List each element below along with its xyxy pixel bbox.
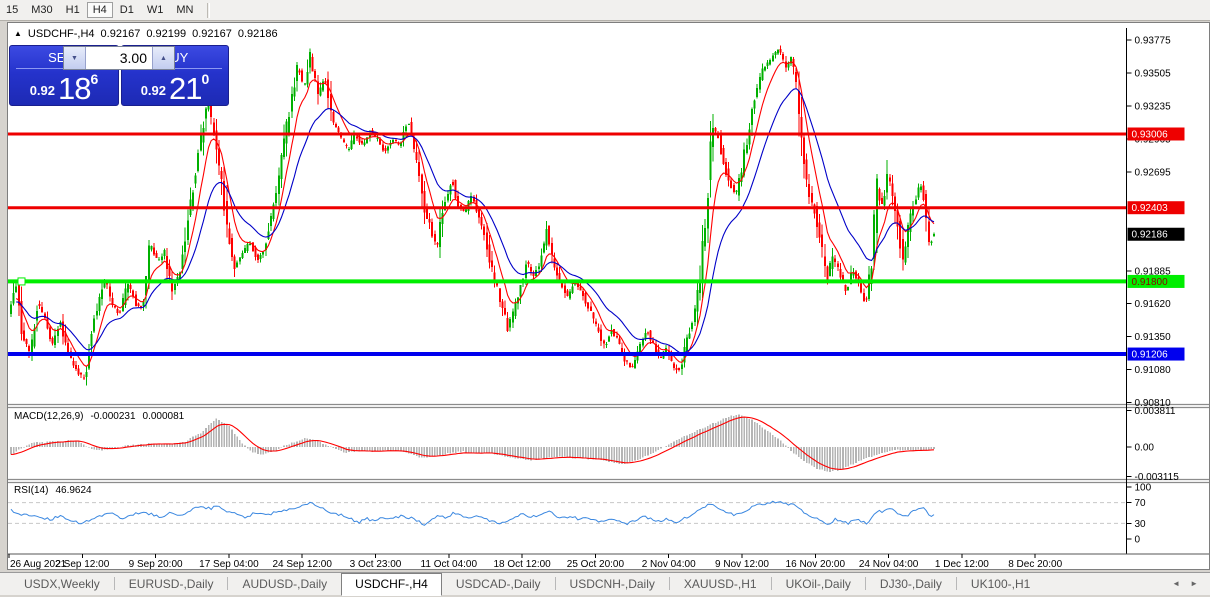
chart-window[interactable]: 0.937750.935050.932350.929650.926950.918… bbox=[7, 22, 1210, 570]
price-line-label: 0.92403 bbox=[1127, 201, 1185, 215]
svg-text:0.91080: 0.91080 bbox=[1135, 365, 1172, 376]
svg-text:18 Oct 12:00: 18 Oct 12:00 bbox=[493, 559, 551, 569]
chart-tab-bar: USDX,Weekly EURUSD-,Daily AUDUSD-,Daily USD… bbox=[0, 572, 1210, 596]
current-price-label: 0.92186 bbox=[1127, 227, 1185, 241]
timeframe-toolbar: 15 M30 H1 H4 D1 W1 MN bbox=[0, 0, 1210, 21]
ohlc-open: 0.92167 bbox=[100, 28, 141, 40]
timeframe-button-mn[interactable]: MN bbox=[170, 2, 199, 18]
chevron-up-icon: ▲ bbox=[160, 54, 167, 62]
line-handle[interactable] bbox=[17, 277, 26, 286]
svg-text:2 Nov 04:00: 2 Nov 04:00 bbox=[642, 559, 696, 569]
svg-text:9 Sep 20:00: 9 Sep 20:00 bbox=[129, 559, 183, 569]
buy-price-main: 21 bbox=[169, 71, 202, 106]
time-axis[interactable]: 26 Aug 20212 Sep 12:00 9 Sep 20:00 17 Sep … bbox=[8, 553, 1209, 569]
one-click-trade-panel: SELL 0.92 18 6 BUY 0.92 21 0 ▼ 3.00 ▲ bbox=[9, 45, 229, 106]
svg-text:9 Nov 12:00: 9 Nov 12:00 bbox=[715, 559, 769, 569]
sell-price-prefix: 0.92 bbox=[29, 83, 56, 98]
ohlc-low: 0.92167 bbox=[192, 28, 232, 40]
svg-text:16 Nov 20:00: 16 Nov 20:00 bbox=[786, 559, 846, 569]
macd-signal-value: 0.000081 bbox=[142, 411, 185, 422]
timeframe-button-m30[interactable]: M30 bbox=[25, 2, 58, 18]
chart-tab-usdchf-[interactable]: USDCHF-,H4 bbox=[341, 573, 442, 596]
moving-averages bbox=[15, 61, 935, 368]
tab-scroll-controls: ◄ ► bbox=[1172, 579, 1210, 595]
sell-price-main: 18 bbox=[58, 71, 91, 106]
svg-text:70: 70 bbox=[1135, 498, 1147, 509]
toolbar-separator bbox=[207, 2, 211, 18]
buy-price-pip: 0 bbox=[201, 71, 210, 87]
svg-text:24 Nov 04:00: 24 Nov 04:00 bbox=[859, 559, 919, 569]
volume-input[interactable]: 3.00 bbox=[86, 47, 152, 69]
svg-text:30: 30 bbox=[1135, 519, 1147, 530]
svg-text:0.92186: 0.92186 bbox=[1132, 230, 1169, 241]
rsi-indicator-label: RSI(14) 46.9624 bbox=[14, 485, 92, 496]
svg-text:1 Dec 12:00: 1 Dec 12:00 bbox=[935, 559, 989, 569]
sell-price-pip: 6 bbox=[90, 71, 99, 87]
fast-ma bbox=[15, 61, 935, 368]
ohlc-high: 0.92199 bbox=[146, 28, 187, 40]
chart-tab-xauusd-[interactable]: XAUUSD-,H1 bbox=[670, 574, 771, 595]
svg-text:0.93006: 0.93006 bbox=[1132, 130, 1169, 141]
volume-increase-button[interactable]: ▲ bbox=[152, 47, 174, 69]
chart-tab-usdx[interactable]: USDX,Weekly bbox=[10, 574, 114, 595]
price-line-label: 0.91206 bbox=[1127, 347, 1185, 361]
chart-tab-dj30-[interactable]: DJ30-,Daily bbox=[866, 574, 956, 595]
chart-title: ▲ USDCHF-,H4 0.92167 0.92199 0.92167 0.9… bbox=[14, 28, 278, 40]
svg-text:17 Sep 04:00: 17 Sep 04:00 bbox=[199, 559, 259, 569]
macd-histogram bbox=[10, 414, 935, 473]
buy-price-prefix: 0.92 bbox=[140, 83, 167, 98]
macd-name: MACD(12,26,9) bbox=[14, 411, 84, 422]
svg-text:24 Sep 12:00: 24 Sep 12:00 bbox=[272, 559, 332, 569]
volume-stepper: ▼ 3.00 ▲ bbox=[63, 46, 175, 70]
svg-text:0.91206: 0.91206 bbox=[1132, 350, 1169, 361]
svg-text:25 Oct 20:00: 25 Oct 20:00 bbox=[567, 559, 625, 569]
svg-text:0.93775: 0.93775 bbox=[1135, 35, 1172, 46]
price-axis[interactable]: 0.937750.935050.932350.929650.926950.918… bbox=[1126, 28, 1180, 554]
svg-text:3 Oct 23:00: 3 Oct 23:00 bbox=[350, 559, 402, 569]
svg-text:0.003811: 0.003811 bbox=[1135, 406, 1176, 417]
chart-tab-eurusd-[interactable]: EURUSD-,Daily bbox=[115, 574, 228, 595]
chart-tab-ukoil-[interactable]: UKOil-,Daily bbox=[772, 574, 865, 595]
chart-tab-usdcnh-[interactable]: USDCNH-,Daily bbox=[556, 574, 669, 595]
chart-tab-audusd-[interactable]: AUDUSD-,Daily bbox=[228, 574, 341, 595]
tab-scroll-left-button[interactable]: ◄ bbox=[1172, 579, 1180, 589]
chart-tab-uk100-[interactable]: UK100-,H1 bbox=[957, 574, 1044, 595]
svg-text:0.93505: 0.93505 bbox=[1135, 68, 1172, 79]
svg-text:0.92403: 0.92403 bbox=[1132, 203, 1169, 214]
price-line-label: 0.91800 bbox=[1127, 274, 1185, 288]
buy-price: 0.92 21 0 bbox=[122, 70, 228, 105]
macd-value: -0.000231 bbox=[90, 411, 136, 422]
chart-symbol-period: USDCHF-,H4 bbox=[27, 28, 95, 40]
price-line-label: 0.93006 bbox=[1127, 127, 1185, 141]
timeframe-button-h1[interactable]: H1 bbox=[60, 2, 86, 18]
collapse-icon[interactable]: ▲ bbox=[14, 29, 22, 39]
svg-text:8 Dec 20:00: 8 Dec 20:00 bbox=[1008, 559, 1062, 569]
chart-tab-usdcad-[interactable]: USDCAD-,Daily bbox=[442, 574, 555, 595]
rsi-name: RSI(14) bbox=[14, 485, 49, 496]
svg-text:0.91350: 0.91350 bbox=[1135, 332, 1172, 343]
chevron-down-icon: ▼ bbox=[71, 54, 78, 62]
svg-text:2 Sep 12:00: 2 Sep 12:00 bbox=[55, 559, 109, 569]
timeframe-button-h4[interactable]: H4 bbox=[86, 2, 113, 18]
tab-scroll-right-button[interactable]: ► bbox=[1190, 579, 1198, 589]
ohlc-close: 0.92186 bbox=[237, 28, 278, 40]
svg-text:0.92695: 0.92695 bbox=[1135, 168, 1172, 179]
slow-ma bbox=[16, 87, 935, 354]
rsi-line bbox=[10, 500, 935, 526]
svg-text:0.93235: 0.93235 bbox=[1135, 102, 1172, 113]
svg-text:0.91800: 0.91800 bbox=[1132, 277, 1169, 288]
timeframe-button-15[interactable]: 15 bbox=[0, 2, 24, 18]
timeframe-button-w1[interactable]: W1 bbox=[141, 2, 170, 18]
svg-text:0: 0 bbox=[1135, 535, 1141, 546]
svg-text:0.00: 0.00 bbox=[1135, 443, 1155, 454]
svg-text:11 Oct 04:00: 11 Oct 04:00 bbox=[421, 559, 478, 569]
sell-price: 0.92 18 6 bbox=[10, 70, 118, 105]
macd-indicator-label: MACD(12,26,9) -0.000231 0.000081 bbox=[14, 411, 184, 422]
svg-text:0.91620: 0.91620 bbox=[1135, 299, 1172, 310]
volume-decrease-button[interactable]: ▼ bbox=[64, 47, 86, 69]
rsi-value: 46.9624 bbox=[55, 485, 92, 496]
svg-text:100: 100 bbox=[1135, 483, 1152, 494]
timeframe-button-d1[interactable]: D1 bbox=[114, 2, 140, 18]
